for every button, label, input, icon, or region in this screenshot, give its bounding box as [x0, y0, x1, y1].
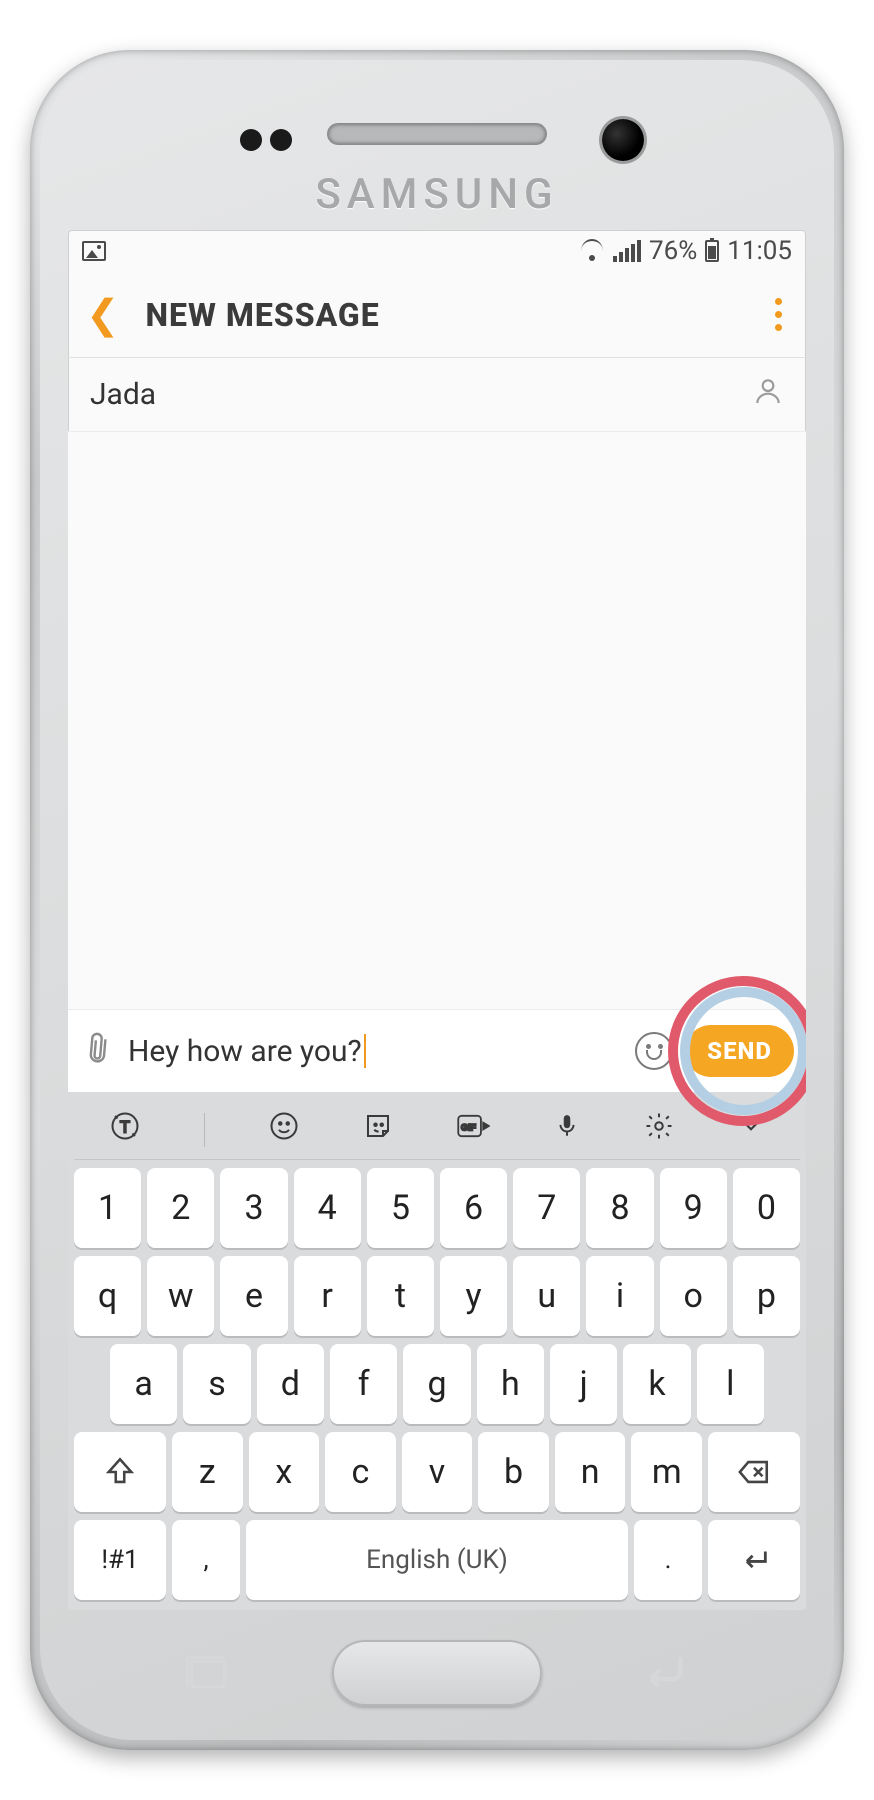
- keyboard-row-space: !#1 , English (UK) .: [74, 1520, 800, 1600]
- settings-icon[interactable]: [644, 1111, 674, 1149]
- keyboard-row-numbers: 1234567890: [74, 1168, 800, 1248]
- key-1[interactable]: 1: [74, 1168, 141, 1248]
- status-bar: 76% 11:05: [68, 230, 806, 272]
- key-x[interactable]: x: [249, 1432, 320, 1512]
- brand-logo: SAMSUNG: [40, 170, 834, 219]
- key-9[interactable]: 9: [660, 1168, 727, 1248]
- key-2[interactable]: 2: [147, 1168, 214, 1248]
- key-4[interactable]: 4: [294, 1168, 361, 1248]
- comma-key[interactable]: ,: [172, 1520, 240, 1600]
- key-a[interactable]: a: [110, 1344, 177, 1424]
- collapse-icon[interactable]: [738, 1112, 764, 1147]
- wifi-icon: [579, 241, 605, 261]
- sticker-icon[interactable]: [363, 1111, 393, 1149]
- keyboard-row-top: qwertyuiop: [74, 1256, 800, 1336]
- key-j[interactable]: j: [550, 1344, 617, 1424]
- battery-percent: 76%: [649, 236, 697, 266]
- emoji-keyboard-icon[interactable]: [269, 1111, 299, 1149]
- recents-button[interactable]: [190, 1660, 226, 1688]
- svg-text:GIF: GIF: [461, 1122, 477, 1132]
- period-key[interactable]: .: [634, 1520, 702, 1600]
- keyboard: T GIF: [68, 1092, 806, 1610]
- key-z[interactable]: z: [172, 1432, 243, 1512]
- recipient-field[interactable]: Jada: [68, 358, 806, 432]
- key-y[interactable]: y: [440, 1256, 507, 1336]
- key-i[interactable]: i: [586, 1256, 653, 1336]
- phone-sensors: [40, 115, 834, 175]
- phone-frame: SAMSUNG 76% 11:05 ❮ NEW MESSAGE Jada: [30, 50, 844, 1750]
- backspace-key[interactable]: [708, 1432, 800, 1512]
- key-g[interactable]: g: [403, 1344, 470, 1424]
- back-button[interactable]: ❮: [86, 291, 120, 338]
- battery-icon: [705, 240, 719, 262]
- attachment-icon[interactable]: [75, 1025, 126, 1077]
- key-8[interactable]: 8: [586, 1168, 653, 1248]
- key-h[interactable]: h: [477, 1344, 544, 1424]
- key-o[interactable]: o: [660, 1256, 727, 1336]
- text-cursor: [364, 1034, 366, 1068]
- page-title: NEW MESSAGE: [146, 296, 380, 334]
- key-s[interactable]: s: [183, 1344, 250, 1424]
- screen: 76% 11:05 ❮ NEW MESSAGE Jada He: [68, 230, 806, 1610]
- enter-key[interactable]: [708, 1520, 800, 1600]
- mic-icon[interactable]: [554, 1111, 580, 1149]
- symbols-key[interactable]: !#1: [74, 1520, 166, 1600]
- key-3[interactable]: 3: [220, 1168, 287, 1248]
- key-c[interactable]: c: [325, 1432, 396, 1512]
- app-header: ❮ NEW MESSAGE: [68, 272, 806, 358]
- key-7[interactable]: 7: [513, 1168, 580, 1248]
- keyboard-row-mid: asdfghjkl: [74, 1344, 800, 1424]
- message-input[interactable]: Hey how are you?: [128, 1034, 623, 1069]
- emoji-icon[interactable]: [635, 1032, 673, 1070]
- recipient-name: Jada: [90, 377, 156, 412]
- key-q[interactable]: q: [74, 1256, 141, 1336]
- key-u[interactable]: u: [513, 1256, 580, 1336]
- key-v[interactable]: v: [402, 1432, 473, 1512]
- message-thread[interactable]: [68, 432, 806, 1010]
- clock: 11:05: [727, 236, 792, 266]
- key-f[interactable]: f: [330, 1344, 397, 1424]
- gif-icon[interactable]: GIF: [456, 1111, 490, 1149]
- key-0[interactable]: 0: [733, 1168, 800, 1248]
- svg-text:T: T: [120, 1118, 130, 1136]
- key-p[interactable]: p: [733, 1256, 800, 1336]
- add-contact-icon[interactable]: [752, 375, 784, 415]
- key-l[interactable]: l: [697, 1344, 764, 1424]
- key-m[interactable]: m: [631, 1432, 702, 1512]
- key-k[interactable]: k: [623, 1344, 690, 1424]
- text-tools-icon[interactable]: T: [110, 1111, 140, 1149]
- key-t[interactable]: t: [367, 1256, 434, 1336]
- keyboard-toolbar: T GIF: [74, 1100, 800, 1160]
- keyboard-row-bottom: zxcvbnm: [74, 1432, 800, 1512]
- key-e[interactable]: e: [220, 1256, 287, 1336]
- more-options-button[interactable]: [769, 292, 788, 337]
- spacebar-key[interactable]: English (UK): [246, 1520, 628, 1600]
- key-n[interactable]: n: [555, 1432, 626, 1512]
- gallery-notification-icon: [82, 241, 106, 261]
- home-button[interactable]: [332, 1640, 542, 1706]
- key-w[interactable]: w: [147, 1256, 214, 1336]
- key-5[interactable]: 5: [367, 1168, 434, 1248]
- compose-bar: Hey how are you? SEND: [68, 1010, 806, 1092]
- signal-icon: [613, 240, 641, 262]
- send-button[interactable]: SEND: [685, 1025, 794, 1077]
- key-6[interactable]: 6: [440, 1168, 507, 1248]
- key-b[interactable]: b: [478, 1432, 549, 1512]
- hw-back-button[interactable]: [640, 1650, 684, 1690]
- key-r[interactable]: r: [294, 1256, 361, 1336]
- key-d[interactable]: d: [257, 1344, 324, 1424]
- shift-key[interactable]: [74, 1432, 166, 1512]
